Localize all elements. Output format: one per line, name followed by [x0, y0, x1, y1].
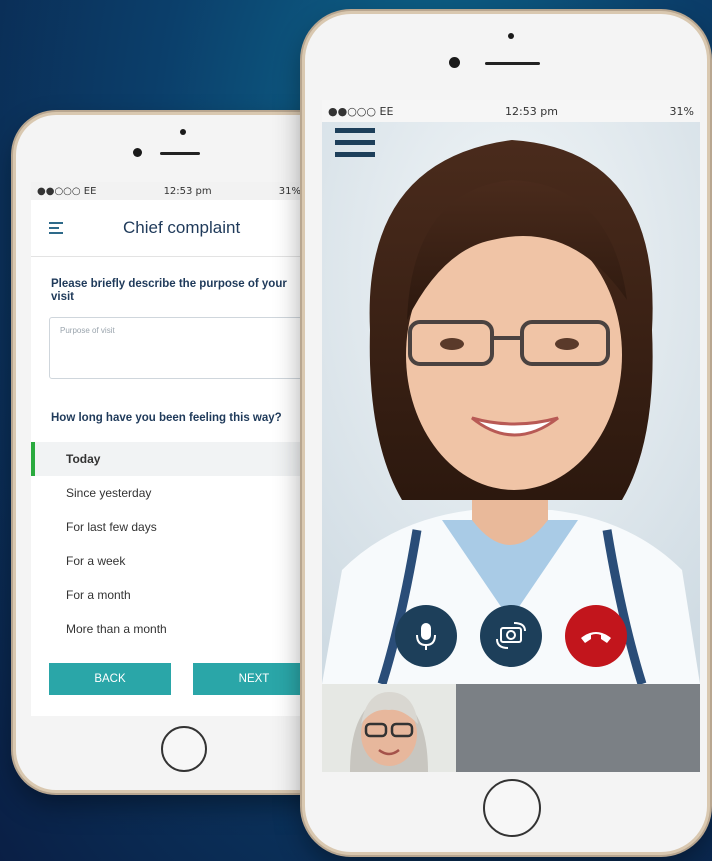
hamburger-menu-icon[interactable] [335, 128, 375, 162]
option-more-than-month[interactable]: More than a month [31, 612, 307, 646]
time: 12:53 pm [163, 185, 212, 197]
patient-video-feed [322, 684, 456, 772]
option-today[interactable]: Today [31, 442, 307, 476]
purpose-question: Please briefly describe the purpose of y… [51, 278, 287, 303]
carrier: ●●○○○ EE [37, 185, 97, 197]
back-button[interactable]: BACK [49, 663, 171, 695]
speaker [485, 62, 540, 65]
speaker [160, 152, 200, 155]
microphone-button[interactable] [395, 605, 457, 667]
home-button[interactable] [161, 726, 207, 772]
page-title: Chief complaint [123, 218, 241, 237]
self-view-background [456, 684, 700, 772]
header: Chief complaint [31, 200, 307, 257]
option-since-yesterday[interactable]: Since yesterday [31, 476, 307, 510]
end-call-icon [581, 632, 611, 643]
switch-camera-icon [496, 622, 526, 649]
battery: 31% [669, 104, 694, 118]
carrier: ●●○○○ EE [328, 104, 394, 118]
switch-camera-button[interactable] [480, 605, 542, 667]
doctor-video-feed [322, 100, 700, 684]
status-bar: ●●○○○ EE 12:53 pm 31% [322, 100, 700, 122]
sensor [508, 33, 514, 39]
purpose-placeholder: Purpose of visit [60, 326, 115, 335]
front-camera [449, 57, 460, 68]
home-button[interactable] [483, 779, 541, 837]
self-view-thumbnail[interactable] [322, 684, 456, 772]
status-bar: ●●○○○ EE 12:53 pm 31% [31, 182, 307, 200]
microphone-icon [416, 623, 436, 650]
option-last-few-days[interactable]: For last few days [31, 510, 307, 544]
hamburger-menu-icon[interactable] [49, 222, 63, 234]
option-week[interactable]: For a week [31, 544, 307, 578]
time: 12:53 pm [505, 104, 558, 118]
option-month[interactable]: For a month [31, 578, 307, 612]
next-button[interactable]: NEXT [193, 663, 307, 695]
front-camera [133, 148, 142, 157]
duration-question: How long have you been feeling this way? [51, 412, 282, 424]
sensor [180, 129, 186, 135]
chief-complaint-screen: ●●○○○ EE 12:53 pm 31% Chief complaint Pl… [31, 182, 307, 716]
battery: 31% [278, 185, 301, 197]
end-call-button[interactable] [565, 605, 627, 667]
purpose-input[interactable]: Purpose of visit [49, 317, 307, 379]
video-call-screen: ●●○○○ EE 12:53 pm 31% [322, 100, 700, 772]
